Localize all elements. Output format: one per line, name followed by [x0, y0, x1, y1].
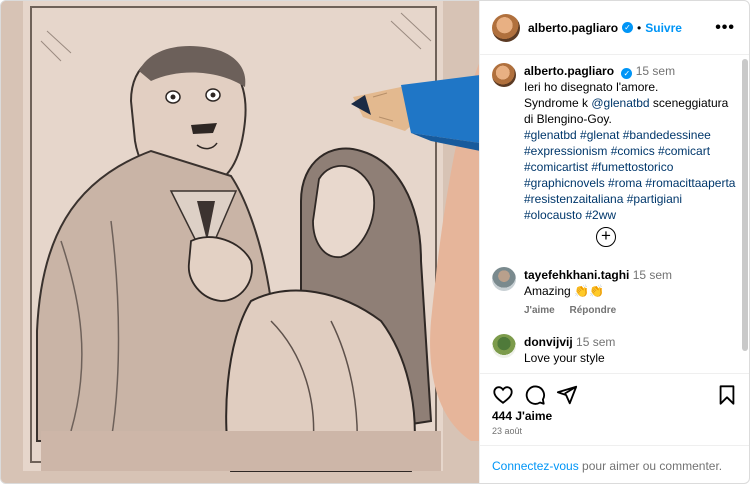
post-image[interactable] — [1, 1, 480, 483]
comment-body: tayefehkhani.taghi 15 sem Amazing 👏👏 J'a… — [524, 267, 672, 319]
share-icon[interactable] — [556, 384, 578, 406]
more-options-button[interactable]: ••• — [715, 19, 735, 37]
verified-badge-icon: ✓ — [622, 22, 634, 33]
comment-text: Love your style — [524, 351, 605, 365]
comment-body: donvijvij 15 sem Love your style — [524, 334, 615, 366]
scrollbar-thumb[interactable] — [742, 59, 748, 351]
heart-icon[interactable] — [492, 384, 514, 406]
comment-username[interactable]: tayefehkhani.taghi — [524, 268, 629, 282]
caption-author-avatar[interactable] — [492, 63, 516, 87]
login-prompt: Connectez-vous pour aimer ou commenter. — [480, 445, 749, 483]
author-avatar[interactable] — [492, 13, 520, 42]
caption-hashtags[interactable]: #glenatbd #glenat #bandedessinee #expres… — [524, 128, 735, 222]
separator-dot: • — [637, 20, 642, 35]
follow-button[interactable]: Suivre — [645, 21, 682, 35]
comment-actions: J'aime Répondre — [524, 303, 672, 319]
comment-username[interactable]: donvijvij — [524, 335, 573, 349]
comment-like-button[interactable]: J'aime — [524, 305, 555, 316]
post-sidebar: alberto.pagliaro ✓ • Suivre ••• alberto.… — [480, 1, 749, 483]
comment-item: tayefehkhani.taghi 15 sem Amazing 👏👏 J'a… — [492, 267, 737, 319]
verified-badge-icon: ✓ — [621, 68, 633, 79]
caption-text: Syndrome k — [524, 96, 592, 110]
comment-time: 15 sem — [632, 268, 673, 282]
load-more-comments-button[interactable]: + — [596, 227, 616, 247]
commenter-avatar[interactable] — [492, 334, 516, 358]
pencil-drawing-illustration — [1, 1, 479, 483]
post-dialog: alberto.pagliaro ✓ • Suivre ••• alberto.… — [0, 0, 750, 484]
caption-mention-link[interactable]: @glenatbd — [591, 96, 649, 110]
commenter-avatar[interactable] — [492, 267, 516, 291]
comment-time: 15 sem — [576, 335, 616, 349]
login-link[interactable]: Connectez-vous — [492, 459, 579, 473]
bookmark-icon[interactable] — [716, 384, 738, 406]
author-username[interactable]: alberto.pagliaro — [528, 21, 618, 35]
likes-count[interactable]: 444 J'aime — [492, 409, 552, 423]
comment-icon[interactable] — [524, 384, 546, 406]
login-prompt-text: pour aimer ou commenter. — [578, 459, 723, 473]
comments-scrollbar[interactable] — [742, 59, 748, 351]
post-header: alberto.pagliaro ✓ • Suivre ••• — [480, 1, 749, 55]
comment-item: donvijvij 15 sem Love your style — [492, 334, 737, 366]
caption-body: alberto.pagliaro ✓ 15 sem Ieri ho disegn… — [524, 63, 737, 223]
caption-text: Ieri ho disegnato l'amore. — [524, 80, 659, 94]
caption-time: 15 sem — [635, 64, 676, 78]
caption: alberto.pagliaro ✓ 15 sem Ieri ho disegn… — [492, 63, 737, 223]
comment-reply-button[interactable]: Répondre — [570, 305, 617, 316]
caption-username[interactable]: alberto.pagliaro — [524, 64, 614, 78]
comments-panel[interactable]: alberto.pagliaro ✓ 15 sem Ieri ho disegn… — [480, 55, 749, 373]
post-date[interactable]: 23 août — [492, 426, 522, 436]
comment-text: Amazing 👏👏 — [524, 284, 604, 298]
